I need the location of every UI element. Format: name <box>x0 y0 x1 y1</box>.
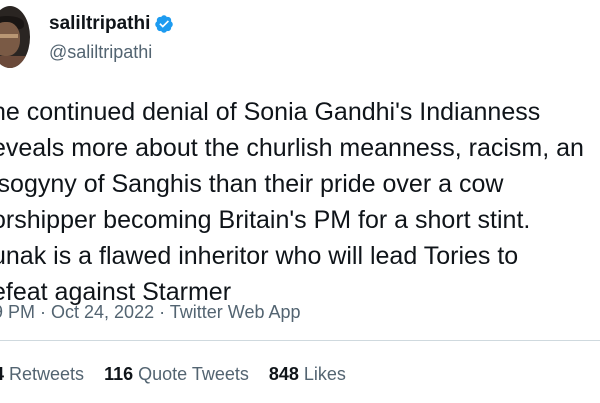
tweet-date-link[interactable]: Oct 24, 2022 <box>51 302 154 322</box>
likes-stat[interactable]: 848 Likes <box>269 363 346 385</box>
quote-tweets-stat[interactable]: 116 Quote Tweets <box>104 363 249 385</box>
retweets-count: 4 <box>0 364 4 384</box>
tweet-meta: 9 PM · Oct 24, 2022 · Twitter Web App <box>0 301 301 323</box>
tweet-card: saliltripathi @saliltripathi he continue… <box>0 0 600 403</box>
quote-tweets-label: Quote Tweets <box>138 364 249 384</box>
tweet-text: he continued denial of Sonia Gandhi's In… <box>0 94 600 310</box>
avatar[interactable] <box>0 6 30 68</box>
divider <box>0 340 600 341</box>
display-name-text: saliltripathi <box>49 13 151 34</box>
tweet-source-link[interactable]: Twitter Web App <box>170 302 301 322</box>
tweet-text-line: orshipper becoming Britain's PM for a sh… <box>0 206 531 234</box>
meta-separator: · <box>154 302 170 322</box>
author-handle[interactable]: @saliltripathi <box>49 41 152 63</box>
tweet-text-line: unak is a flawed inheritor who will lead… <box>0 242 519 270</box>
avatar-face <box>0 22 20 56</box>
tweet-time-link[interactable]: 9 PM <box>0 302 35 322</box>
retweets-stat[interactable]: 4Retweets <box>0 363 84 385</box>
likes-count: 848 <box>268 364 299 384</box>
tweet-text-line: isogyny of Sanghis than their pride over… <box>0 170 504 198</box>
quote-tweets-count: 116 <box>104 364 134 384</box>
tweet-text-line: he continued denial of Sonia Gandhi's In… <box>0 98 541 126</box>
tweet-stats: 4Retweets 116Quote Tweets 848Likes <box>0 363 366 385</box>
avatar-collar <box>0 56 30 68</box>
tweet-text-line: eveals more about the churlish meanness,… <box>0 134 584 162</box>
author-display-name[interactable]: saliltripathi <box>49 12 174 36</box>
meta-separator: · <box>35 302 52 322</box>
likes-label: Likes <box>303 364 346 384</box>
retweets-label: Retweets <box>9 364 85 384</box>
verified-badge-icon <box>154 14 174 34</box>
avatar-glasses <box>0 34 18 38</box>
